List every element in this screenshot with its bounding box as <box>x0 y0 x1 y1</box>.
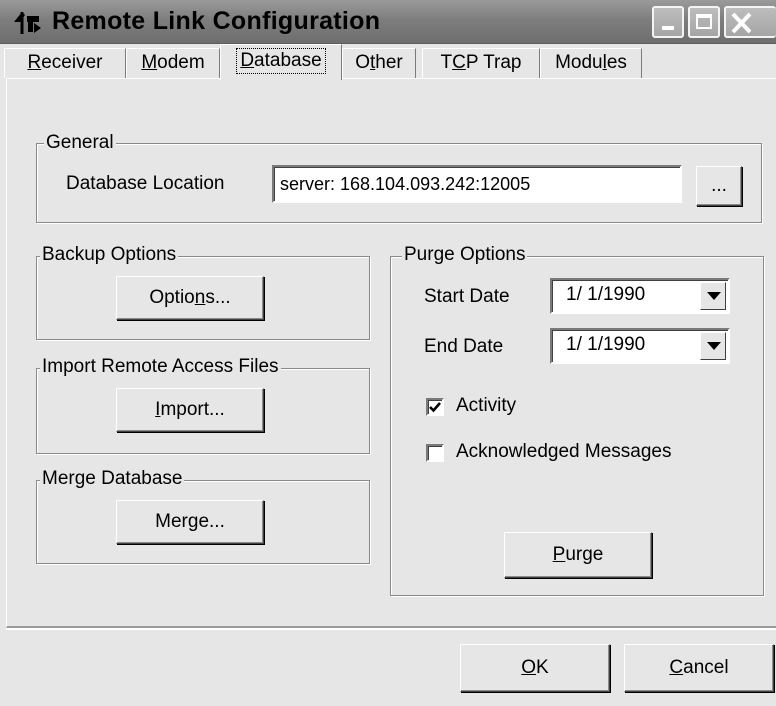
import-button[interactable]: Import... <box>116 388 264 432</box>
footer-divider <box>6 628 776 630</box>
tab-modules[interactable]: Modules <box>540 48 642 78</box>
minimize-icon <box>662 26 674 30</box>
backup-options-button[interactable]: Options... <box>116 276 264 320</box>
chevron-down-icon <box>707 342 721 350</box>
database-location-input[interactable]: server: 168.104.093.242:12005 <box>272 165 682 203</box>
close-button[interactable] <box>724 6 776 38</box>
close-icon <box>731 12 752 34</box>
cancel-button[interactable]: Cancel <box>624 644 774 692</box>
maximize-icon <box>696 14 712 29</box>
database-location-label: Database Location <box>66 173 225 194</box>
acknowledged-messages-label[interactable]: Acknowledged Messages <box>456 440 671 464</box>
end-date-picker[interactable]: 1/ 1/1990 <box>550 328 730 364</box>
purge-button[interactable]: Purge <box>504 532 652 578</box>
dialog-window: Remote Link Configuration Receiver Modem… <box>0 0 776 706</box>
title-bar[interactable]: Remote Link Configuration <box>0 0 776 44</box>
tab-other[interactable]: Other <box>342 48 416 78</box>
activity-label[interactable]: Activity <box>456 394 516 418</box>
tab-modem[interactable]: Modem <box>126 48 220 78</box>
window-title: Remote Link Configuration <box>52 7 381 35</box>
tab-receiver[interactable]: Receiver <box>4 48 126 78</box>
maximize-button[interactable] <box>688 6 720 38</box>
start-date-dropdown-button[interactable] <box>700 282 726 310</box>
app-icon <box>14 12 41 34</box>
activity-checkbox[interactable] <box>426 398 444 416</box>
minimize-button[interactable] <box>652 6 684 38</box>
checkmark-icon <box>429 402 441 413</box>
merge-button[interactable]: Merge... <box>116 500 264 544</box>
end-date-value: 1/ 1/1990 <box>566 334 646 355</box>
start-date-picker[interactable]: 1/ 1/1990 <box>550 278 730 314</box>
end-date-dropdown-button[interactable] <box>700 332 726 360</box>
backup-options-legend: Backup Options <box>40 244 179 266</box>
purge-options-legend: Purge Options <box>402 244 528 266</box>
ok-button[interactable]: OK <box>460 644 610 692</box>
browse-button[interactable]: ... <box>696 166 742 206</box>
start-date-label: Start Date <box>424 286 510 307</box>
tab-database[interactable]: Database <box>220 44 342 80</box>
start-date-value: 1/ 1/1990 <box>566 284 646 305</box>
acknowledged-messages-checkbox[interactable] <box>426 444 444 462</box>
import-legend: Import Remote Access Files <box>40 356 281 378</box>
tab-tcp-trap[interactable]: TCP Trap <box>422 48 540 78</box>
chevron-down-icon <box>707 292 721 300</box>
merge-database-legend: Merge Database <box>40 468 185 490</box>
general-legend: General <box>44 132 116 154</box>
end-date-label: End Date <box>424 336 504 357</box>
